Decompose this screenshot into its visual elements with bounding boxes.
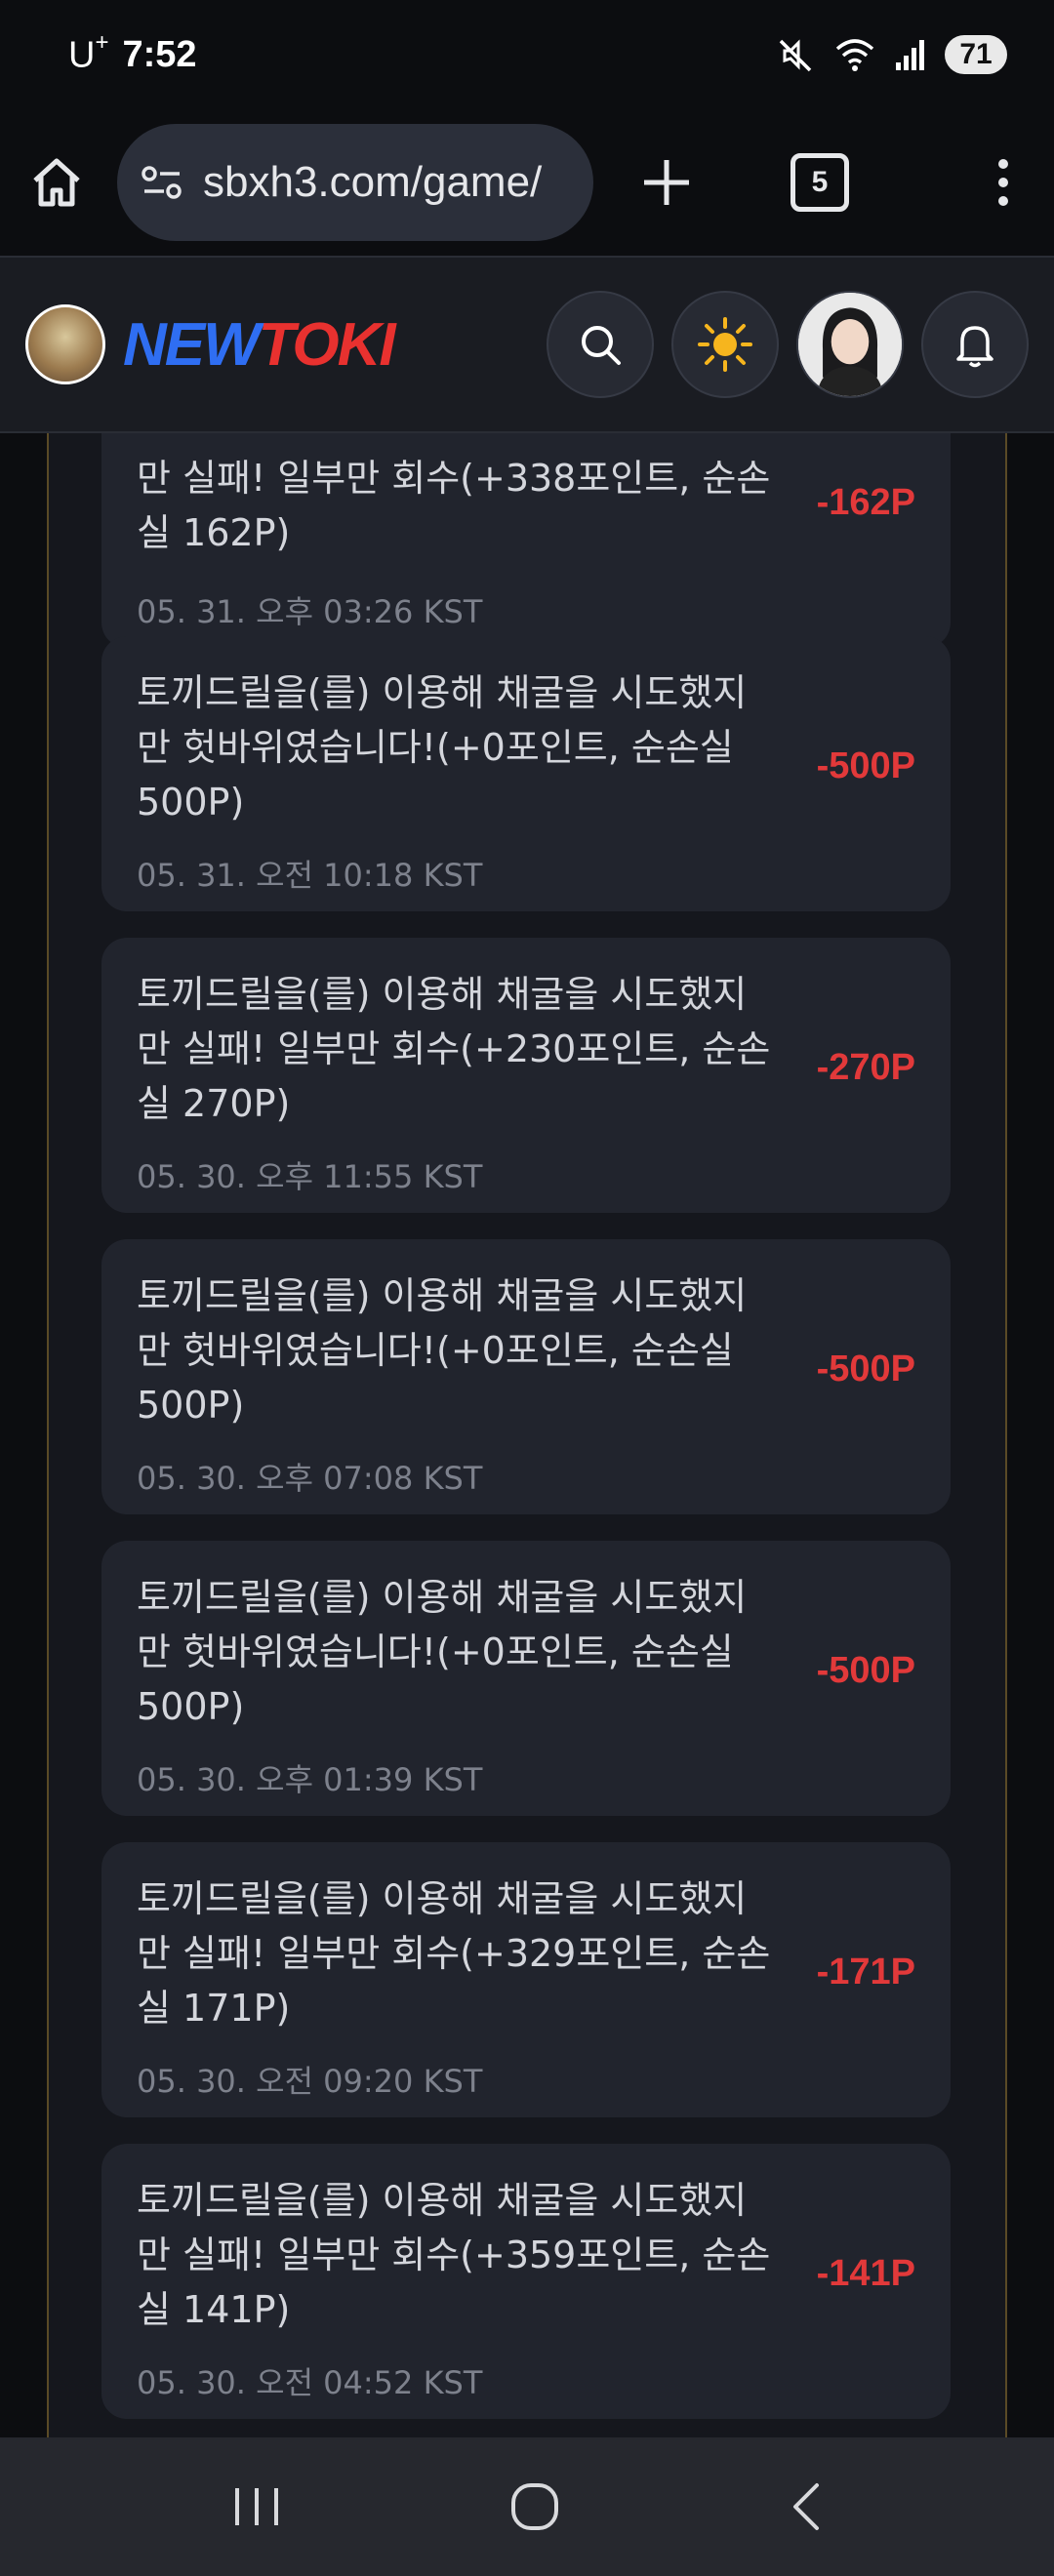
bell-icon bbox=[956, 326, 993, 368]
history-record-card: 토끼드릴을(를) 이용해 채굴을 시도했지 만 헛바위였습니다!(+0포인트, … bbox=[101, 1541, 951, 1816]
site-header: NEWTOKI bbox=[0, 256, 1054, 433]
site-settings-icon[interactable] bbox=[141, 163, 183, 202]
history-record-card: 토끼드릴을(를) 이용해 채굴을 시도했지 만 실패! 일부만 회수(+359포… bbox=[101, 2144, 951, 2419]
record-message: 토끼드릴을(를) 이용해 채굴을 시도했지 만 실패! 일부만 회수(+359포… bbox=[137, 2179, 771, 2331]
signal-icon bbox=[896, 40, 924, 70]
new-tab-icon[interactable] bbox=[640, 156, 693, 209]
record-timestamp: 05. 30. 오후 11:55 KST bbox=[137, 1158, 483, 1195]
tab-switcher-button[interactable]: 5 bbox=[790, 153, 849, 212]
avatar bbox=[798, 293, 902, 396]
theme-toggle-button[interactable] bbox=[671, 291, 779, 398]
record-amount: -171P bbox=[816, 1952, 915, 1992]
record-message: 토끼드릴을(를) 이용해 채굴을 시도했지 만 실패! 일부만 회수(+230포… bbox=[137, 973, 771, 1125]
point-history-content[interactable]: 만 실패! 일부만 회수(+338포인트, 순손 실 162P) 05. 31.… bbox=[0, 433, 1054, 2437]
site-logo[interactable]: NEWTOKI bbox=[123, 310, 396, 380]
recent-apps-icon[interactable] bbox=[229, 2482, 284, 2531]
record-amount: -141P bbox=[816, 2253, 915, 2294]
record-timestamp: 05. 30. 오전 04:52 KST bbox=[137, 2364, 483, 2401]
status-time: 7:52 bbox=[122, 33, 197, 75]
record-message: 만 실패! 일부만 회수(+338포인트, 순손 실 162P) bbox=[137, 457, 771, 554]
notifications-button[interactable] bbox=[921, 291, 1029, 398]
history-record-card: 토끼드릴을(를) 이용해 채굴을 시도했지 만 헛바위였습니다!(+0포인트, … bbox=[101, 636, 951, 911]
record-amount: -270P bbox=[816, 1047, 915, 1088]
wifi-icon bbox=[835, 39, 874, 71]
carrier-label: U+ bbox=[68, 28, 109, 76]
record-timestamp: 05. 30. 오전 09:20 KST bbox=[137, 2063, 483, 2100]
profile-avatar-button[interactable] bbox=[796, 291, 904, 398]
logo-mascot-image[interactable] bbox=[25, 304, 105, 384]
history-record-card: 토끼드릴을(를) 이용해 채굴을 시도했지 만 실패! 일부만 회수(+230포… bbox=[101, 938, 951, 1213]
search-button[interactable] bbox=[547, 291, 654, 398]
record-message: 토끼드릴을(를) 이용해 채굴을 시도했지 만 헛바위였습니다!(+0포인트, … bbox=[137, 671, 748, 824]
history-record-card: 만 실패! 일부만 회수(+338포인트, 순손 실 162P) 05. 31.… bbox=[101, 433, 951, 648]
home-nav-icon[interactable] bbox=[507, 2479, 562, 2534]
record-amount: -162P bbox=[816, 482, 915, 523]
battery-indicator: 71 bbox=[945, 35, 1007, 74]
address-bar[interactable]: sbxh3.com/game/ bbox=[117, 124, 593, 241]
status-bar: U+ 7:52 71 bbox=[0, 0, 1054, 109]
record-amount: -500P bbox=[816, 745, 915, 786]
system-nav-bar bbox=[0, 2437, 1054, 2576]
sun-icon bbox=[698, 317, 752, 372]
record-message: 토끼드릴을(를) 이용해 채굴을 시도했지 만 헛바위였습니다!(+0포인트, … bbox=[137, 1274, 748, 1427]
url-text: sbxh3.com/game/ bbox=[203, 158, 543, 206]
history-record-card: 토끼드릴을(를) 이용해 채굴을 시도했지 만 실패! 일부만 회수(+329포… bbox=[101, 1842, 951, 2117]
back-icon[interactable] bbox=[786, 2479, 825, 2534]
history-record-card: 토끼드릴을(를) 이용해 채굴을 시도했지 만 헛바위였습니다!(+0포인트, … bbox=[101, 1239, 951, 1514]
record-message: 토끼드릴을(를) 이용해 채굴을 시도했지 만 실패! 일부만 회수(+329포… bbox=[137, 1877, 771, 2030]
record-amount: -500P bbox=[816, 1650, 915, 1691]
mute-icon bbox=[779, 39, 812, 72]
home-icon[interactable] bbox=[27, 153, 86, 212]
record-timestamp: 05. 30. 오후 01:39 KST bbox=[137, 1761, 483, 1798]
record-timestamp: 05. 31. 오전 10:18 KST bbox=[137, 857, 483, 894]
record-timestamp: 05. 30. 오후 07:08 KST bbox=[137, 1460, 483, 1497]
record-amount: -500P bbox=[816, 1348, 915, 1389]
record-timestamp: 05. 31. 오후 03:26 KST bbox=[137, 593, 483, 630]
browser-toolbar: sbxh3.com/game/ 5 bbox=[0, 109, 1054, 256]
record-message: 토끼드릴을(를) 이용해 채굴을 시도했지 만 헛바위였습니다!(+0포인트, … bbox=[137, 1576, 748, 1728]
more-menu-icon[interactable] bbox=[993, 156, 1013, 209]
search-icon bbox=[582, 326, 621, 365]
